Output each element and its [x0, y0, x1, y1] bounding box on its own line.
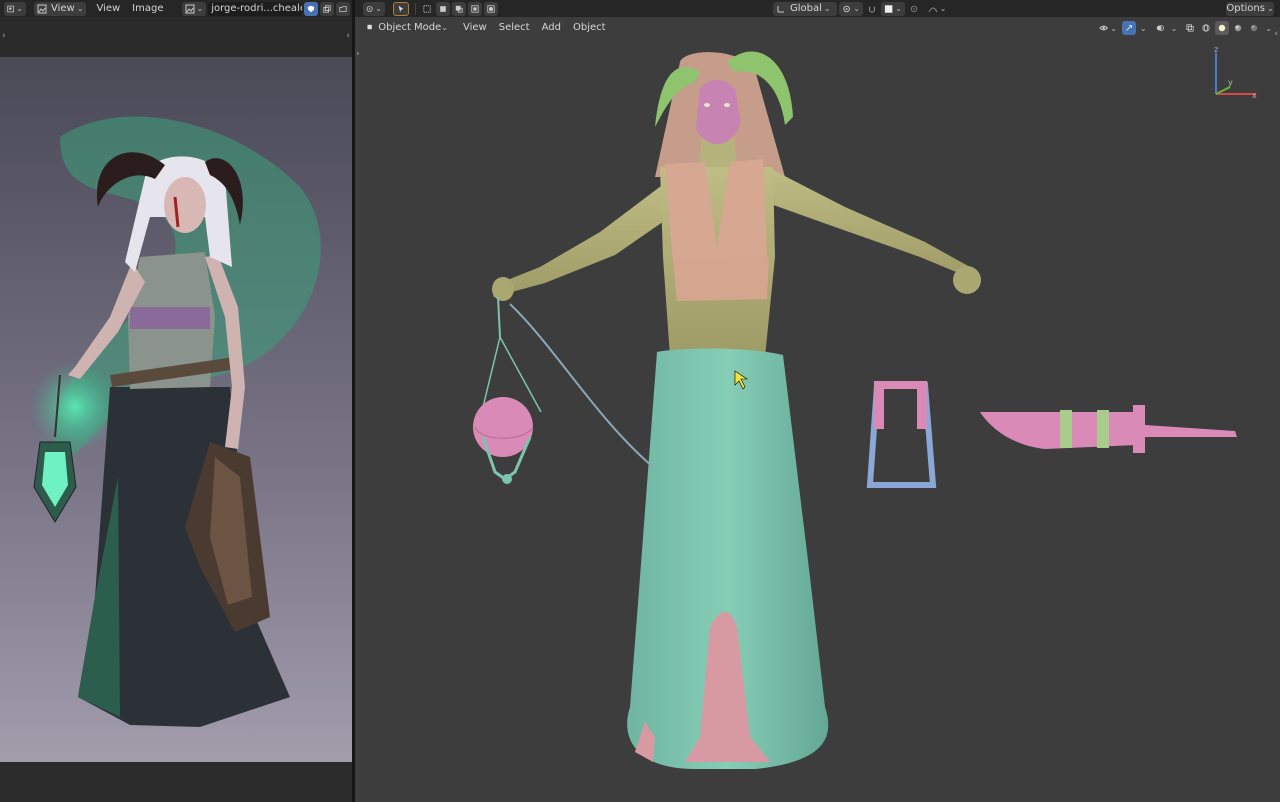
select-tool-button[interactable]	[393, 1, 409, 16]
separator	[415, 2, 416, 15]
menu-image[interactable]: Image	[132, 3, 163, 14]
invert-selection-button[interactable]	[484, 1, 498, 16]
chevron-down-icon: ⌄	[823, 4, 831, 13]
menu-view[interactable]: View	[96, 3, 120, 14]
snap-increment-icon	[884, 4, 893, 13]
chevron-down-icon: ⌄	[16, 4, 23, 13]
set-new-selection-button[interactable]	[436, 1, 450, 16]
image-icon	[37, 4, 47, 13]
orientation-label: Global	[790, 3, 822, 14]
square-invert-icon	[487, 4, 495, 13]
chevron-left-icon[interactable]: ›	[2, 31, 6, 41]
box-select-icon[interactable]	[420, 2, 434, 16]
chevron-down-icon: ⌄	[895, 4, 902, 13]
fake-user-button[interactable]	[304, 1, 318, 16]
falloff-dropdown[interactable]: ⌄	[923, 2, 951, 16]
chevron-down-icon: ⌄	[196, 4, 204, 13]
knife-mesh	[980, 405, 1237, 453]
chevron-down-icon: ⌄	[939, 4, 947, 13]
image-icon	[185, 4, 194, 13]
duplicate-image-button[interactable]	[320, 1, 334, 16]
image-name-field[interactable]: jorge-rodri...chealer.jpg	[208, 1, 302, 16]
open-image-button[interactable]	[336, 1, 350, 16]
falloff-curve-icon	[928, 7, 938, 12]
buckle-mesh	[866, 381, 937, 488]
square-minus-icon	[471, 4, 479, 13]
chevron-right-icon[interactable]: ‹	[346, 31, 350, 41]
shield-icon	[307, 5, 315, 12]
options-label: Options	[1226, 3, 1265, 14]
options-dropdown[interactable]: Options ⌄	[1226, 1, 1274, 16]
image-browse-button[interactable]: ⌄	[181, 1, 207, 16]
chevron-down-icon: ⌄	[1266, 4, 1274, 13]
lantern-mesh	[473, 296, 654, 484]
3d-viewport-icon	[366, 5, 373, 12]
3d-viewport[interactable]: › ‹ Object Mode ⌄ View Select Add Object…	[355, 17, 1280, 802]
square-icon	[440, 5, 446, 12]
pivot-point-dropdown[interactable]: ⌄	[839, 1, 863, 16]
editor-type-button[interactable]: ⌄	[4, 1, 26, 16]
character-mesh	[492, 51, 981, 769]
snap-target-dropdown[interactable]: ⌄	[881, 1, 905, 16]
extend-selection-button[interactable]	[452, 1, 466, 16]
subtract-selection-button[interactable]	[468, 1, 482, 16]
reference-image	[0, 57, 352, 802]
cursor-icon	[398, 5, 404, 12]
view-mode-label: View	[51, 3, 75, 14]
viewport-header: ⌄ Global ⌄ ⌄ ⌄ ⌄ Options ⌄	[355, 0, 1280, 17]
image-editor-icon	[7, 5, 14, 12]
chevron-down-icon: ⌄	[76, 4, 84, 13]
duplicate-icon	[323, 4, 331, 13]
transform-orientation-dropdown[interactable]: Global ⌄	[773, 1, 837, 16]
box-select-glyph	[423, 4, 431, 13]
3d-scene	[473, 51, 1237, 769]
proportional-editing-toggle[interactable]	[907, 2, 921, 16]
square-plus-icon	[455, 5, 463, 13]
magnet-icon	[869, 6, 875, 13]
orientation-icon	[777, 5, 784, 12]
proportional-icon	[910, 5, 918, 12]
editor-type-button[interactable]: ⌄	[363, 1, 385, 16]
folder-icon	[339, 5, 347, 12]
image-editor-header: ⌄ View ⌄ View Image ⌄ jorge-rodri...chea…	[0, 0, 352, 17]
pivot-icon	[843, 5, 850, 12]
view-mode-dropdown[interactable]: View ⌄	[34, 1, 87, 16]
snap-toggle[interactable]	[865, 2, 879, 16]
image-editor-area[interactable]: › ‹	[0, 17, 352, 802]
chevron-down-icon: ⌄	[853, 4, 860, 13]
chevron-down-icon: ⌄	[375, 4, 382, 13]
